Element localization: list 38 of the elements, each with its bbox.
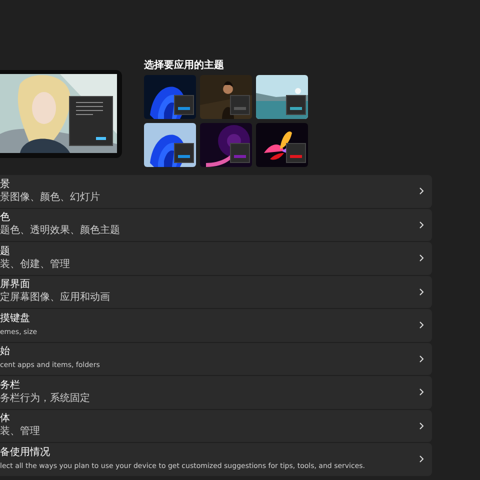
setting-description: 装、创建、管理 [0,258,70,271]
setting-title: 题 [0,246,10,258]
chevron-right-icon [419,321,424,330]
setting-description: 务栏行为，系统固定 [0,392,90,405]
chevron-right-icon [419,220,424,229]
chevron-right-icon [419,354,424,363]
chevron-right-icon [419,455,424,464]
theme-thumbnail[interactable] [144,123,196,167]
setting-description: 题色、透明效果、颜色主题 [0,225,120,238]
chevron-right-icon [419,254,424,262]
setting-title: 体 [0,413,10,426]
chevron-right-icon [419,187,424,196]
theme-thumbnail[interactable] [144,75,196,119]
setting-title: 备使用情况 [0,446,50,459]
chevron-right-icon [419,422,424,430]
themes-heading: 选择要应用的主题 [144,60,225,72]
setting-title: 色 [0,212,10,224]
chevron-right-icon [419,388,424,396]
setting-title: 景 [0,178,10,191]
window-preview [69,96,113,146]
setting-description: 景图像、颜色、幻灯片 [0,192,100,204]
settings-row[interactable]: 屏界面 定屏幕图像、应用和动画 [0,276,432,308]
settings-row[interactable]: 题 装、创建、管理 [0,242,432,274]
settings-row[interactable]: 体 装、管理 [0,410,432,442]
theme-thumbnail[interactable] [200,75,252,119]
setting-title: 务栏 [0,380,20,392]
setting-title: 始 [0,346,10,358]
settings-row[interactable]: 景 景图像、颜色、幻灯片 [0,175,432,208]
theme-thumbnail[interactable] [200,123,252,167]
setting-title: 屏界面 [0,279,30,292]
settings-row[interactable]: 务栏 务栏行为，系统固定 [0,376,432,408]
settings-row[interactable]: 色 题色、透明效果、颜色主题 [0,208,432,241]
setting-description: 定屏幕图像、应用和动画 [0,292,110,304]
setting-description: 装、管理 [0,426,40,438]
chevron-right-icon [419,288,424,296]
theme-thumbnail[interactable] [256,123,308,167]
setting-title: 摸键盘 [0,312,30,325]
theme-thumbnail[interactable] [256,75,308,119]
